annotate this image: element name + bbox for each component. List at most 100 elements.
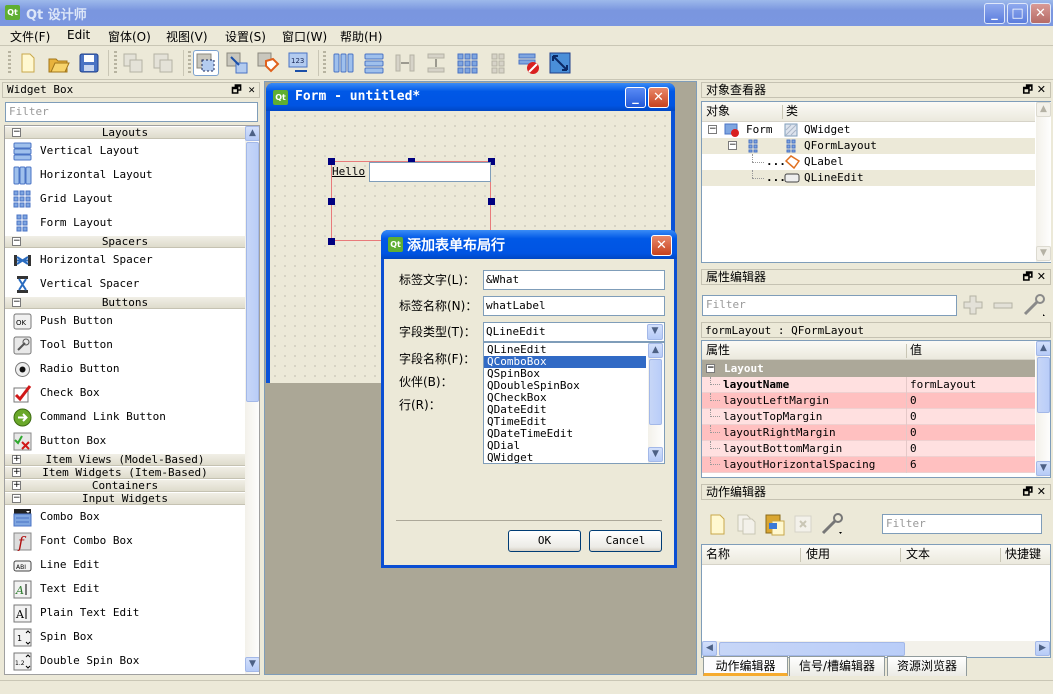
widget-item[interactable]: ABI Line Edit: [5, 553, 245, 577]
scroll-thumb[interactable]: [246, 142, 259, 402]
col-shortcut[interactable]: 快捷键: [1005, 545, 1041, 563]
scroll-up-button[interactable]: ▲: [648, 343, 663, 358]
scroll-up-button[interactable]: ▲: [1036, 102, 1051, 117]
object-tree-row[interactable]: − Form QWidget: [702, 122, 1035, 138]
field-type-combo[interactable]: QLineEdit ▼: [483, 322, 665, 342]
widget-item[interactable]: 1 Spin Box: [5, 625, 245, 649]
new-action-icon[interactable]: [706, 512, 728, 536]
property-value[interactable]: formLayout: [910, 377, 976, 392]
widget-item[interactable]: Horizontal Spacer: [5, 248, 245, 272]
form-line-edit[interactable]: [369, 162, 491, 182]
scroll-down-button[interactable]: ▼: [648, 447, 663, 462]
close-dock-icon[interactable]: ✕: [1037, 485, 1046, 498]
widget-item[interactable]: Tool Button: [5, 333, 245, 357]
collapse-icon[interactable]: −: [706, 364, 715, 373]
tab-action-editor[interactable]: 动作编辑器: [703, 656, 788, 676]
remove-property-icon[interactable]: [991, 293, 1015, 317]
close-dock-icon[interactable]: ✕: [1037, 83, 1046, 96]
widget-item[interactable]: Grid Layout: [5, 187, 245, 211]
collapse-icon[interactable]: −: [12, 237, 21, 246]
close-dock-icon[interactable]: ✕: [1037, 270, 1046, 283]
widget-item[interactable]: f Font Combo Box: [5, 529, 245, 553]
grid-layout-icon[interactable]: [454, 50, 480, 76]
menu-window[interactable]: 窗口(W): [282, 28, 327, 45]
property-value[interactable]: 0: [910, 441, 917, 456]
open-folder-icon[interactable]: [45, 50, 71, 76]
cancel-button[interactable]: Cancel: [589, 530, 662, 552]
dialog-close-button[interactable]: ✕: [651, 235, 672, 256]
ok-button[interactable]: OK: [508, 530, 581, 552]
scroll-thumb[interactable]: [649, 359, 662, 425]
form-close-button[interactable]: ✕: [648, 87, 669, 108]
property-value[interactable]: 6: [910, 457, 917, 472]
vertical-splitter-icon[interactable]: [423, 50, 449, 76]
horizontal-layout-icon[interactable]: [330, 50, 356, 76]
configure-wrench-icon[interactable]: [819, 511, 845, 537]
menu-edit[interactable]: Edit: [67, 28, 90, 42]
form-title-bar[interactable]: Qt Form - untitled* _ ✕: [266, 83, 675, 111]
category-header[interactable]: + Item Widgets (Item-Based): [5, 466, 245, 479]
break-layout-icon[interactable]: [516, 50, 542, 76]
category-header[interactable]: − Spacers: [5, 235, 245, 248]
widget-item[interactable]: A Plain Text Edit: [5, 601, 245, 625]
category-header[interactable]: + Item Views (Model-Based): [5, 453, 245, 466]
col-class[interactable]: 类: [786, 102, 798, 120]
property-value[interactable]: 0: [910, 409, 917, 424]
widget-item[interactable]: OK Push Button: [5, 309, 245, 333]
menu-view[interactable]: 视图(V): [166, 28, 208, 45]
category-header[interactable]: − Buttons: [5, 296, 245, 309]
dropdown-scrollbar[interactable]: ▲ ▼: [648, 343, 664, 463]
edit-buddies-icon[interactable]: [255, 50, 281, 76]
dropdown-option[interactable]: QWidget: [484, 452, 646, 464]
property-row[interactable]: layoutBottomMargin 0: [702, 441, 1035, 457]
collapse-icon[interactable]: −: [12, 494, 21, 503]
float-icon[interactable]: 🗗: [1023, 485, 1033, 498]
tab-signal-slot-editor[interactable]: 信号/槽编辑器: [789, 656, 885, 676]
label-text-input[interactable]: &What: [483, 270, 665, 290]
form-minimize-button[interactable]: _: [625, 87, 646, 108]
widget-item[interactable]: Vertical Layout: [5, 139, 245, 163]
property-value[interactable]: 0: [910, 425, 917, 440]
category-header[interactable]: − Layouts: [5, 126, 245, 139]
dialog-title-bar[interactable]: Qt 添加表单布局行 ✕: [381, 230, 677, 259]
widget-item[interactable]: A Text Edit: [5, 577, 245, 601]
app-title-bar[interactable]: Qt Qt 设计师 _ □ ✕: [0, 0, 1053, 26]
col-object[interactable]: 对象: [706, 102, 730, 120]
action-table-hscrollbar[interactable]: ◀ ▶: [702, 641, 1050, 657]
widget-item[interactable]: Radio Button: [5, 357, 245, 381]
horizontal-splitter-icon[interactable]: [392, 50, 418, 76]
object-tree-row[interactable]: − QFormLayout: [702, 138, 1035, 154]
resize-handle[interactable]: [328, 238, 335, 245]
float-icon[interactable]: 🗗: [1023, 270, 1033, 283]
hello-label[interactable]: Hello: [332, 165, 365, 178]
menu-form[interactable]: 窗体(O): [108, 28, 151, 45]
scroll-up-button[interactable]: ▲: [1036, 341, 1050, 356]
adjust-size-icon[interactable]: [547, 50, 573, 76]
scroll-thumb[interactable]: [1037, 357, 1050, 413]
toolbar-grip[interactable]: [114, 51, 117, 75]
property-group-layout[interactable]: − Layout: [702, 360, 1035, 377]
col-text[interactable]: 文本: [906, 545, 930, 563]
toolbar-grip[interactable]: [188, 51, 191, 75]
float-icon[interactable]: 🗗: [231, 83, 241, 96]
category-header[interactable]: + Containers: [5, 479, 245, 492]
collapse-icon[interactable]: −: [12, 298, 21, 307]
widget-item[interactable]: Combo Box: [5, 505, 245, 529]
object-tree-scrollbar[interactable]: ▲ ▼: [1036, 102, 1051, 262]
paste-action-icon[interactable]: [763, 511, 787, 537]
new-file-icon[interactable]: [14, 50, 40, 76]
label-name-input[interactable]: whatLabel: [483, 296, 665, 316]
widget-item[interactable]: Check Box: [5, 381, 245, 405]
collapse-icon[interactable]: −: [708, 125, 717, 134]
scroll-down-button[interactable]: ▼: [245, 657, 259, 672]
resize-handle[interactable]: [488, 198, 495, 205]
tab-resource-browser[interactable]: 资源浏览器: [887, 656, 967, 676]
expand-icon[interactable]: +: [12, 455, 21, 464]
col-property[interactable]: 属性: [706, 341, 730, 359]
widget-item[interactable]: Command Link Button: [5, 405, 245, 429]
property-value[interactable]: 0: [910, 393, 917, 408]
expand-icon[interactable]: +: [12, 468, 21, 477]
scroll-down-button[interactable]: ▼: [1036, 246, 1051, 261]
object-tree-row[interactable]: ... QLabel: [702, 154, 1035, 170]
property-row[interactable]: layoutTopMargin 0: [702, 409, 1035, 425]
